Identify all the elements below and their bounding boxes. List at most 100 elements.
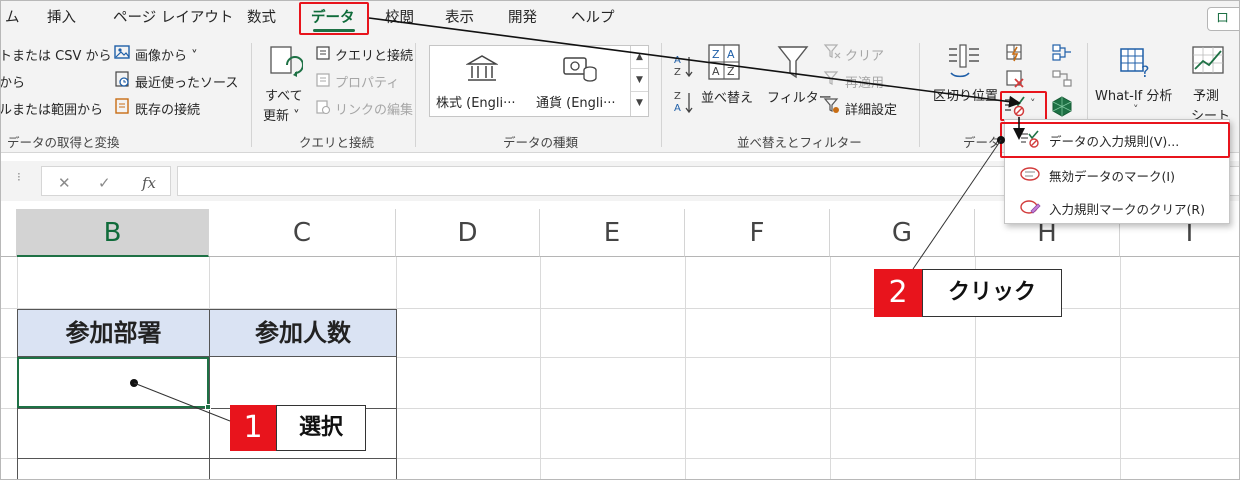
tab-home[interactable]: ム [5,7,20,33]
svg-text:Z: Z [674,91,681,102]
forecast-sheet-label[interactable]: 予測 [1193,85,1219,104]
callout-label-select: 選択 [276,405,366,451]
circle-invalid-icon [1020,167,1040,181]
group-separator [415,43,416,147]
properties-icon [316,73,330,87]
gallery-up-icon[interactable]: ▲ [631,46,648,69]
menu-item-clear-validation-circles[interactable]: 入力規則マークのクリア(R) [1049,199,1205,218]
grid-line [1120,257,1121,479]
svg-text:A: A [712,65,720,78]
advanced-filter-icon [823,98,839,113]
gallery-scroll[interactable]: ▲ ▼ ▼ [630,46,648,116]
insert-function-icon[interactable]: fx [142,174,156,192]
properties-button[interactable]: プロパティ [335,72,399,91]
tab-data-highlight [299,2,369,35]
table-header-participants[interactable]: 参加人数 [209,309,397,357]
clear-circles-icon [1020,200,1041,214]
stocks-type-button[interactable]: 株式 (Engli··· [436,92,516,111]
from-picture-button[interactable]: 画像から ˅ [135,45,198,64]
corner-select-all[interactable] [1,209,17,257]
existing-connections-button[interactable]: 既存の接続 [135,99,200,118]
column-header-f[interactable]: F [685,209,830,257]
queries-connections-icon [316,46,330,60]
svg-text:Z: Z [674,67,681,78]
svg-text:Z: Z [727,65,735,78]
edit-links-icon [316,100,331,115]
tab-review[interactable]: 校閲 [385,7,414,33]
text-to-columns-icon [949,44,979,78]
table-header-department[interactable]: 参加部署 [17,309,210,357]
sort-button[interactable]: 並べ替え [701,87,753,106]
data-types-gallery: 株式 (Engli··· 通貨 (Engli··· ▲ ▼ ▼ [429,45,649,117]
advanced-filter-button[interactable]: 詳細設定 [845,99,897,118]
data-validation-highlight [1000,91,1047,121]
table-cell-b6[interactable] [17,458,210,479]
tab-formulas[interactable]: 数式 [247,7,276,33]
refresh-button[interactable]: 更新 ˅ [263,105,300,124]
gallery-down-icon[interactable]: ▼ [631,69,648,92]
text-to-columns-button[interactable]: 区切り位置 [933,85,998,104]
excel-window: ム 挿入 ページ レイアウト 数式 データ 校閲 表示 開発 ヘルプ ロ トまた… [0,0,1240,480]
group-separator [251,43,252,147]
table-cell-b5[interactable] [17,408,210,459]
from-table-button[interactable]: ルまたは範囲から [1,99,103,118]
existing-connections-icon [115,98,129,114]
tab-developer[interactable]: 開発 [508,7,537,33]
callout-number-2: 2 [874,269,922,317]
menu-item-highlight [1000,122,1230,158]
filter-icon [777,46,809,79]
tab-insert[interactable]: 挿入 [47,7,76,33]
what-if-analysis-button[interactable]: What-If 分析 [1095,85,1172,104]
refresh-all-label[interactable]: すべて [265,85,303,104]
group-label-sort-filter: 並べ替えとフィルター [737,135,862,150]
column-header-g[interactable]: G [830,209,975,257]
grid-line [540,257,541,479]
enter-icon[interactable]: ✓ [98,174,111,192]
queries-connections-button[interactable]: クエリと接続 [335,45,413,64]
column-header-b[interactable]: B [17,209,209,257]
consolidate-icon [1052,44,1071,61]
edit-links-button[interactable]: リンクの編集 [335,99,413,118]
callout-anchor-dot-2 [997,136,1005,144]
refresh-all-icon [270,46,303,77]
what-if-chevron[interactable]: ˅ [1133,103,1139,116]
from-web-button[interactable]: から [1,72,25,91]
recent-sources-icon [115,71,129,87]
reapply-icon [823,71,839,85]
callout-number-1: 1 [230,405,276,451]
grid-line [685,257,686,479]
column-header-e[interactable]: E [540,209,685,257]
group-label-get-data: データの取得と変換 [7,135,120,150]
column-header-c[interactable]: C [209,209,396,257]
what-if-icon: ? [1120,48,1150,81]
fill-handle[interactable] [205,404,211,410]
callout-anchor-dot-1 [130,379,138,387]
tab-view[interactable]: 表示 [445,7,474,33]
menu-item-circle-invalid-data[interactable]: 無効データのマーク(I) [1049,166,1175,185]
image-icon [114,45,130,59]
tab-page-layout[interactable]: ページ レイアウト [113,7,233,33]
clear-filter-button[interactable]: クリア [845,45,884,64]
svg-text:A: A [674,55,681,66]
table-cell-c6[interactable] [209,458,397,479]
reapply-button[interactable]: 再適用 [845,72,884,91]
currency-type-button[interactable]: 通貨 (Engli··· [536,92,616,111]
gallery-more-icon[interactable]: ▼ [631,92,648,115]
formula-buttons: ✕ ✓ fx [41,166,171,196]
share-button[interactable]: ロ [1207,7,1239,31]
group-separator [919,43,920,147]
tab-help[interactable]: ヘルプ [571,7,615,33]
svg-text:A: A [727,48,735,61]
group-label-data-types: データの種類 [503,135,579,150]
table-cell-c4[interactable] [209,356,397,409]
group-label-queries: クエリと接続 [299,135,375,150]
from-text-csv-button[interactable]: トまたは CSV から [1,45,112,64]
recent-sources-button[interactable]: 最近使ったソース [135,72,238,91]
group-label-data-tools: データ [963,135,1001,150]
cancel-icon[interactable]: ✕ [58,174,71,192]
column-header-d[interactable]: D [396,209,540,257]
svg-text:A: A [674,103,681,114]
ribbon-tab-bar: ム 挿入 ページ レイアウト 数式 データ 校閲 表示 開発 ヘルプ ロ [1,1,1239,37]
selected-cell-b4[interactable] [17,357,209,408]
grid-line [830,257,831,479]
